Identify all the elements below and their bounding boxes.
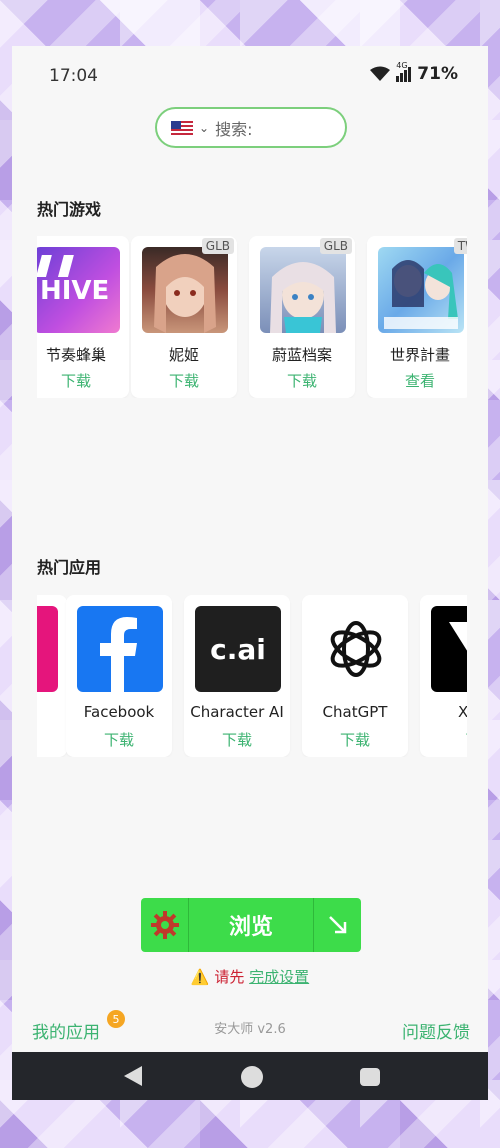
app-download-button[interactable]: 下载 [66,729,172,750]
status-icons: 4G 71% [370,61,458,84]
status-bar: 17:04 4G 71% [12,46,488,106]
game-name: 世界計畫 [389,346,450,364]
app-name: ChatGPT [322,703,388,721]
rhythm-hive-icon: HIVE [37,247,120,333]
expand-button[interactable] [313,898,361,952]
nikke-icon [142,247,228,333]
region-badge: TW [453,238,467,254]
blue-archive-icon [260,247,346,333]
warning-icon: ⚠️ [190,968,210,986]
chevron-down-icon[interactable]: ⌄ [199,121,209,135]
app-card[interactable]: Facebook 下载 [66,595,172,757]
app-screen: 17:04 4G 71% ⌄ 搜索: 热门游戏 HIVE 节奏蜂巢 下载 GLB… [12,46,488,1100]
search-input[interactable]: ⌄ 搜索: [155,107,347,148]
wifi-icon [370,66,391,81]
hot-apps-title: 热门应用 [37,558,102,577]
x-icon [431,606,467,692]
app-download-button[interactable]: 下载 [302,729,408,750]
app-name: Facebook [83,703,155,721]
feedback-link[interactable]: 问题反馈 [402,1018,470,1043]
arrow-down-right-icon [328,916,346,934]
back-icon[interactable] [124,1066,142,1086]
game-card[interactable]: TW 世界計畫 查看 [367,236,467,398]
chatgpt-icon [313,606,399,692]
home-icon[interactable] [241,1066,263,1088]
settings-gear-button[interactable] [141,898,189,952]
region-badge: GLB [201,238,234,254]
game-name: 节奏蜂巢 [45,346,106,364]
pink-app-icon [37,606,58,692]
game-download-button[interactable]: 下载 [37,370,129,391]
us-flag-icon[interactable] [171,120,193,135]
project-sekai-icon [378,247,464,333]
browse-button[interactable]: 浏览 [189,898,313,952]
facebook-icon [77,606,163,692]
warning-text: 请先 [214,968,245,986]
signal-icon: 4G [396,61,412,82]
setup-notice: ⚠️ 请先 完成设置 [12,966,488,987]
hot-games-title: 热门游戏 [37,200,102,219]
hot-games-row[interactable]: HIVE 节奏蜂巢 下载 GLB 妮姬 下载 GLB 蔚蓝档案 下载 T 世界計… [37,236,467,398]
region-badge: GLB [319,238,352,254]
app-card[interactable]: c.ai Character AI 下载 [184,595,290,757]
search-placeholder: 搜索: [215,119,253,139]
app-card[interactable]: X (T 下 [420,595,467,757]
character-ai-icon: c.ai [195,606,281,692]
app-name: Character AI [190,703,284,721]
network-type: 4G [396,60,408,70]
game-card[interactable]: GLB 蔚蓝档案 下载 [249,236,355,398]
app-card[interactable] [37,595,67,757]
svg-text:c.ai: c.ai [210,633,266,666]
complete-setup-link[interactable]: 完成设置 [249,968,309,986]
app-name: X (T [457,703,467,721]
gear-icon [150,911,179,939]
game-download-button[interactable]: 下载 [131,370,237,391]
app-card[interactable]: ChatGPT 下载 [302,595,408,757]
app-download-button[interactable]: 下载 [184,729,290,750]
hot-apps-row[interactable]: Facebook 下载 c.ai Character AI 下载 ChatGPT… [37,595,467,757]
game-name: 蔚蓝档案 [271,346,332,364]
recents-icon[interactable] [360,1068,380,1086]
system-nav-bar [12,1052,488,1100]
app-download-button[interactable]: 下 [420,729,467,750]
battery-level: 71% [417,64,458,84]
game-view-button[interactable]: 查看 [367,370,467,391]
svg-text:HIVE: HIVE [40,276,109,306]
game-card[interactable]: HIVE 节奏蜂巢 下载 [37,236,129,398]
status-time: 17:04 [49,66,98,86]
game-name: 妮姬 [168,346,199,364]
game-card[interactable]: GLB 妮姬 下载 [131,236,237,398]
game-download-button[interactable]: 下载 [249,370,355,391]
browse-button-group[interactable]: 浏览 [141,898,361,952]
